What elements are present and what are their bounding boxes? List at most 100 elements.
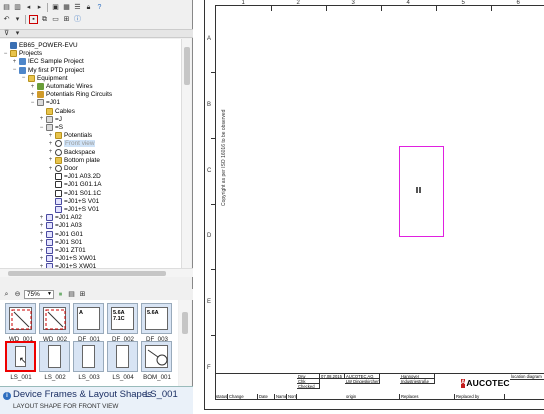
shape-preview-icon: [48, 345, 61, 368]
row-tick: [211, 269, 216, 271]
tree-item-label: Front view: [64, 140, 96, 148]
back-icon[interactable]: ◂: [24, 3, 33, 12]
component-icon: [55, 206, 62, 213]
explorer-pane: ▤ ▥ ◂ ▸ ▣ ▦ ☰ 🔒︎ ? ↶ ▾ ▪ ⧉ ▭ ⊞ ⓘ ⊽ ▾ EB6…: [0, 0, 193, 414]
shape-tile[interactable]: A: [73, 303, 104, 334]
expand-icon[interactable]: +: [38, 255, 45, 262]
expand-icon[interactable]: +: [29, 83, 36, 90]
properties-icon[interactable]: ☰: [73, 3, 82, 12]
title-block-cell: Date: [258, 394, 275, 400]
expand-icon[interactable]: +: [38, 222, 45, 229]
tree-horizontal-scrollbar[interactable]: [0, 268, 193, 277]
shape-preview-icon: 5.6A: [145, 307, 168, 330]
row-tick: [211, 137, 216, 139]
drawing-canvas[interactable]: Copyright as per ISO 16016 to be observe…: [194, 0, 544, 414]
shape-tile[interactable]: [39, 341, 70, 372]
component-icon: [46, 214, 53, 222]
tree-item-label: Bottom plate: [64, 156, 100, 164]
undo-icon[interactable]: ↶: [2, 15, 11, 24]
collapse-icon[interactable]: −: [2, 50, 9, 57]
info-icon: i: [3, 392, 11, 400]
expand-icon[interactable]: +: [47, 132, 54, 139]
pause-icon[interactable]: ⏸︎: [56, 290, 65, 299]
tree-vertical-scrollbar[interactable]: [181, 39, 191, 268]
filter-dropdown-icon[interactable]: ▾: [13, 29, 22, 38]
toolbar-separator: [47, 3, 48, 12]
collapse-icon[interactable]: −: [29, 99, 36, 106]
expand-icon[interactable]: +: [38, 247, 45, 254]
collapse-icon[interactable]: −: [38, 124, 45, 131]
collapse-icon[interactable]: −: [20, 75, 27, 82]
window-icon[interactable]: ▣: [51, 3, 60, 12]
column-number: 4: [406, 0, 410, 6]
stencil-icon[interactable]: ▤: [67, 290, 76, 299]
column-tick: [271, 6, 272, 11]
column-number: 2: [296, 0, 300, 6]
redo-icon[interactable]: ▾: [13, 15, 22, 24]
expand-icon[interactable]: +: [38, 231, 45, 238]
folder-icon: [46, 107, 53, 115]
tooltip-code: LS_001: [145, 389, 178, 400]
project-icon: [19, 66, 26, 74]
tree-item-label: Backspace: [64, 148, 96, 156]
copy-icon[interactable]: ⧉: [40, 15, 49, 24]
title-block-cell: Name: [275, 394, 287, 400]
title-block-cell: Replaces: [400, 394, 455, 400]
help-icon[interactable]: ?: [95, 3, 104, 12]
collapse-icon[interactable]: −: [11, 67, 18, 74]
shapes-scroll-thumb[interactable]: [182, 312, 188, 334]
cut-icon[interactable]: ▪: [29, 15, 38, 24]
tree-item-label: =J01+S V01: [64, 206, 100, 213]
shape-tile[interactable]: [73, 341, 104, 372]
tree-item-label: Door: [64, 165, 78, 172]
title-block-cell: Change: [228, 394, 258, 400]
expand-icon[interactable]: +: [38, 239, 45, 246]
component-icon: [46, 222, 53, 230]
lock-icon[interactable]: 🔒︎: [84, 3, 93, 12]
info-icon[interactable]: ⓘ: [73, 15, 82, 24]
zoom-select[interactable]: 75% ▼: [24, 290, 54, 299]
shape-tile[interactable]: 5.6A: [141, 303, 172, 334]
expand-icon[interactable]: +: [29, 91, 36, 98]
column-number: 1: [241, 0, 245, 6]
row-letter: E: [207, 299, 212, 306]
open-icon[interactable]: ▥: [13, 3, 22, 12]
shape-tile[interactable]: 5.6A 7.1C: [107, 303, 138, 334]
potential-icon: [37, 91, 44, 99]
grid-icon[interactable]: ▦: [62, 3, 71, 12]
row-letter: D: [207, 233, 212, 240]
shape-tile[interactable]: [5, 303, 36, 334]
shape-label: BOM_001: [143, 374, 171, 381]
door-icon: [55, 148, 62, 156]
expand-icon[interactable]: +: [47, 149, 54, 156]
row-letter: B: [207, 101, 212, 108]
tree-hscroll-thumb[interactable]: [8, 271, 166, 276]
project-icon: [19, 58, 26, 66]
tree-scroll-thumb[interactable]: [184, 47, 190, 85]
expand-icon[interactable]: +: [38, 116, 45, 123]
shape-tile[interactable]: [141, 341, 172, 372]
edit-toolbar: ↶ ▾ ▪ ⧉ ▭ ⊞ ⓘ: [0, 14, 193, 25]
expand-icon[interactable]: +: [47, 165, 54, 172]
main-toolbar: ▤ ▥ ◂ ▸ ▣ ▦ ☰ 🔒︎ ?: [0, 2, 193, 13]
grid-icon[interactable]: ⊞: [78, 290, 87, 299]
tree-item-label: Potentials Ring Circuits: [46, 91, 113, 99]
shape-tile[interactable]: [107, 341, 138, 372]
grid-icon[interactable]: ⊞: [62, 15, 71, 24]
zoom-icon[interactable]: ⌕: [2, 290, 11, 299]
expand-icon[interactable]: +: [38, 214, 45, 221]
shapes-scrollbar[interactable]: [179, 300, 191, 386]
layout-shape-frame[interactable]: [399, 146, 444, 237]
shape-tile[interactable]: [39, 303, 70, 334]
forward-icon[interactable]: ▸: [35, 3, 44, 12]
zoom-out-icon[interactable]: ⊖: [13, 290, 22, 299]
new-icon[interactable]: ▤: [2, 3, 11, 12]
expand-icon[interactable]: +: [11, 58, 18, 65]
expand-icon[interactable]: +: [47, 157, 54, 164]
paste-icon[interactable]: ▭: [51, 15, 60, 24]
expand-icon[interactable]: +: [47, 140, 54, 147]
filter-icon[interactable]: ⊽: [2, 29, 11, 38]
